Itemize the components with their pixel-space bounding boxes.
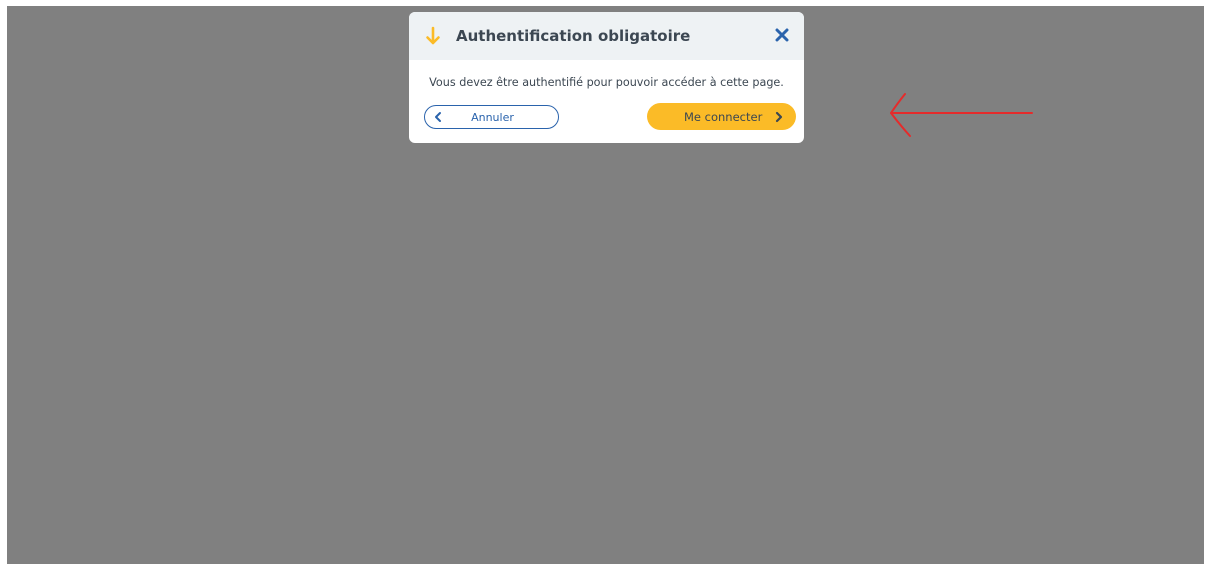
login-button[interactable]: Me connecter — [647, 103, 796, 130]
cancel-button-label: Annuler — [471, 110, 514, 124]
arrow-down-icon — [423, 25, 443, 47]
dialog-message: Vous devez être authentifié pour pouvoir… — [429, 76, 784, 89]
auth-required-dialog: Authentification obligatoire Vous devez … — [409, 12, 804, 143]
red-arrow-annotation — [890, 93, 1033, 137]
dialog-title: Authentification obligatoire — [456, 27, 691, 45]
chevron-right-icon — [774, 110, 784, 127]
dialog-body: Vous devez être authentifié pour pouvoir… — [409, 76, 804, 89]
chevron-left-icon — [433, 110, 443, 127]
dialog-header: Authentification obligatoire — [409, 12, 804, 60]
cancel-button[interactable]: Annuler — [424, 105, 559, 129]
login-button-label: Me connecter — [684, 109, 763, 124]
close-icon[interactable] — [772, 25, 792, 45]
